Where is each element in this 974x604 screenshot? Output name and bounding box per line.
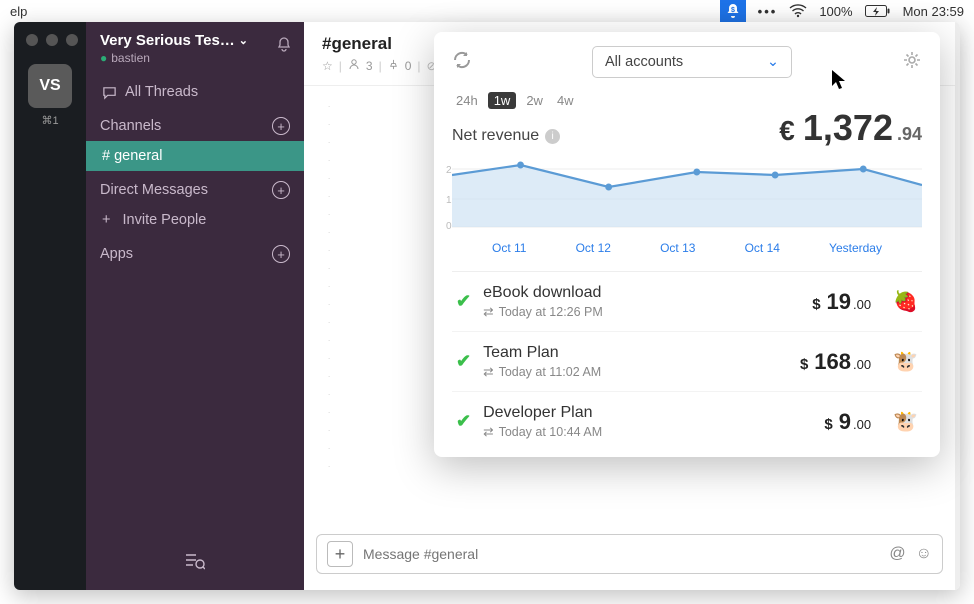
x-tick: Oct 14	[745, 241, 780, 255]
threads-icon	[102, 85, 117, 100]
tx-emoji: 🐮	[893, 349, 918, 374]
chart-x-axis: Oct 11 Oct 12 Oct 13 Oct 14 Yesterday	[452, 237, 922, 255]
x-tick: Oct 12	[576, 241, 611, 255]
revenue-chart[interactable]: 2 1 0 Oct 11 Oct 12 Oct 13 Oct 14 Yester…	[452, 157, 922, 267]
members-count[interactable]: 3	[366, 59, 373, 73]
value-decimal: .94	[897, 124, 922, 145]
transaction-row[interactable]: ✔ Developer Plan ⇄ Today at 10:44 AM $ 9.…	[452, 392, 922, 451]
tx-title: eBook download	[483, 284, 800, 302]
menubar-dollar-bell-icon[interactable]: $	[720, 0, 746, 22]
tx-title: Team Plan	[483, 344, 788, 362]
notifications-bell-icon[interactable]	[276, 36, 292, 57]
sidebar-item-label: # general	[102, 148, 162, 164]
sidebar-channel-general[interactable]: # general	[86, 141, 304, 171]
gear-icon[interactable]	[902, 50, 922, 75]
transaction-row[interactable]: ✔ eBook download ⇄ Today at 12:26 PM $ 19…	[452, 272, 922, 332]
menubar-help[interactable]: elp	[10, 4, 720, 19]
mouse-cursor-icon	[832, 70, 846, 95]
emoji-icon[interactable]: ☺	[916, 545, 932, 563]
refresh-icon[interactable]	[452, 50, 472, 75]
menubar-clock[interactable]: Mon 23:59	[903, 4, 964, 19]
svg-text:$: $	[731, 7, 735, 14]
add-app-icon[interactable]: +	[272, 245, 290, 263]
sidebar-all-threads[interactable]: All Threads	[86, 77, 304, 107]
sidebar-section-label: Direct Messages	[100, 182, 208, 198]
message-input[interactable]	[363, 546, 879, 562]
value-main: 1,372	[803, 107, 893, 149]
workspace-title[interactable]: Very Serious Tes…	[100, 32, 235, 49]
chevron-down-icon: ⌄	[767, 54, 779, 70]
workspace-badge[interactable]: VS	[28, 64, 72, 108]
members-icon[interactable]	[348, 58, 360, 73]
mention-icon[interactable]: @	[889, 545, 905, 563]
zoom-icon[interactable]	[66, 34, 78, 46]
tx-time: Today at 10:44 AM	[499, 425, 603, 439]
check-icon: ✔	[456, 291, 471, 312]
dropdown-label: All accounts	[605, 54, 683, 70]
sidebar-section-label: Channels	[100, 118, 161, 134]
revenue-popup: All accounts ⌄ 24h 1w 2w 4w Net revenue …	[434, 32, 940, 457]
range-1w[interactable]: 1w	[488, 92, 517, 109]
add-dm-icon[interactable]: +	[272, 181, 290, 199]
tx-emoji: 🍓	[893, 289, 918, 314]
tx-amount: $ 19.00	[812, 289, 871, 315]
retweet-icon: ⇄	[483, 364, 493, 379]
sidebar-apps-header[interactable]: Apps +	[86, 235, 304, 269]
add-channel-icon[interactable]: +	[272, 117, 290, 135]
range-4w[interactable]: 4w	[553, 92, 578, 109]
channel-sidebar: Very Serious Tes… ⌄ ● bastien All Thread…	[86, 22, 304, 590]
workspace-user[interactable]: bastien	[111, 51, 150, 65]
transaction-list: ✔ eBook download ⇄ Today at 12:26 PM $ 19…	[452, 271, 922, 451]
check-icon: ✔	[456, 411, 471, 432]
tx-title: Developer Plan	[483, 404, 812, 422]
macos-menubar: elp $ ••• 100% Mon 23:59	[0, 0, 974, 22]
currency-symbol: €	[779, 115, 795, 147]
sidebar-channels-header[interactable]: Channels +	[86, 107, 304, 141]
sidebar-invite-people[interactable]: + Invite People	[86, 205, 304, 235]
retweet-icon: ⇄	[483, 424, 493, 439]
tx-time: Today at 11:02 AM	[499, 365, 602, 379]
metric-value: € 1,372.94	[779, 107, 922, 149]
presence-dot-icon: ●	[100, 51, 107, 65]
close-icon[interactable]	[26, 34, 38, 46]
retweet-icon: ⇄	[483, 304, 493, 319]
sidebar-section-label: Apps	[100, 246, 133, 262]
sidebar-item-label: Invite People	[123, 212, 207, 228]
pin-icon[interactable]	[388, 59, 399, 73]
sidebar-item-label: All Threads	[125, 84, 198, 100]
x-tick: Oct 11	[492, 241, 526, 255]
range-2w[interactable]: 2w	[522, 92, 547, 109]
battery-icon	[865, 4, 891, 18]
x-tick: Oct 13	[660, 241, 695, 255]
workspace-shortcut: ⌘1	[41, 114, 58, 127]
x-tick: Yesterday	[829, 241, 882, 255]
pins-count[interactable]: 0	[405, 59, 412, 73]
sidebar-dms-header[interactable]: Direct Messages +	[86, 171, 304, 205]
check-icon: ✔	[456, 351, 471, 372]
info-icon[interactable]: i	[545, 129, 560, 144]
range-24h[interactable]: 24h	[452, 92, 482, 109]
transaction-row[interactable]: ✔ Team Plan ⇄Today at 11:02 AM $ 168.00 …	[452, 332, 922, 392]
jump-to-icon[interactable]	[185, 553, 205, 576]
wifi-icon[interactable]	[789, 4, 807, 18]
window-controls[interactable]	[26, 28, 78, 64]
attach-button[interactable]: +	[327, 541, 353, 567]
menubar-more-icon[interactable]: •••	[758, 4, 778, 19]
workspace-rail: VS ⌘1	[14, 22, 86, 590]
tx-emoji: 🐮	[893, 409, 918, 434]
battery-percent: 100%	[819, 4, 852, 19]
tx-amount: $ 168.00	[800, 349, 871, 375]
message-composer[interactable]: + @ ☺	[316, 534, 943, 574]
minimize-icon[interactable]	[46, 34, 58, 46]
accounts-dropdown[interactable]: All accounts ⌄	[592, 46, 792, 78]
tx-time: Today at 12:26 PM	[499, 305, 603, 319]
star-icon[interactable]: ☆	[322, 59, 333, 73]
chevron-down-icon[interactable]: ⌄	[239, 34, 248, 47]
metric-label: Net revenue	[452, 127, 539, 145]
tx-amount: $ 9.00	[824, 409, 871, 435]
